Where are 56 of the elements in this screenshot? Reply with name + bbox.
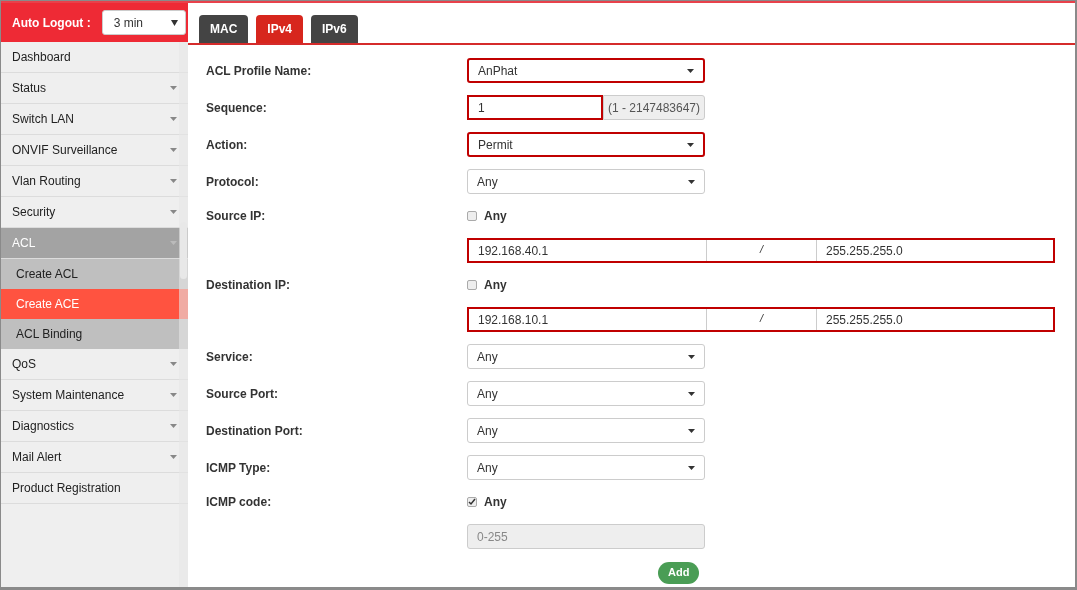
tab[interactable]: MAC	[199, 15, 249, 43]
submenu-item[interactable]: Create ACL	[1, 259, 188, 289]
checkbox[interactable]	[467, 280, 477, 290]
field-label: Sequence:	[206, 99, 268, 117]
caret-icon	[170, 424, 177, 428]
caret-icon	[687, 68, 694, 73]
checkbox-label: Any	[484, 277, 507, 294]
tab[interactable]: IPv6	[311, 15, 358, 43]
field-label: Action:	[206, 136, 249, 154]
caret-icon	[687, 142, 694, 147]
checkbox[interactable]	[467, 211, 477, 221]
field-label: Destination IP:	[206, 277, 291, 294]
select-field[interactable]: Any	[467, 455, 705, 480]
auto-logout-label: Auto Logout :	[12, 14, 91, 32]
caret-icon	[170, 393, 177, 397]
select-field[interactable]: Any	[467, 344, 705, 369]
ip-address-input[interactable]: 192.168.10.1	[469, 309, 707, 330]
subnet-mask-input[interactable]: 255.255.255.0	[817, 309, 1053, 330]
sequence-input[interactable]: 1	[467, 95, 603, 120]
caret-icon	[688, 465, 695, 470]
checkbox-label: Any	[484, 494, 507, 511]
caret-icon	[170, 179, 177, 183]
tab[interactable]: IPv4	[256, 15, 303, 43]
checkbox-label: Any	[484, 208, 507, 225]
submenu-item[interactable]: ACL Binding	[1, 319, 188, 349]
field-label: Source Port:	[206, 385, 279, 403]
caret-icon	[688, 354, 695, 359]
field-label: Service:	[206, 348, 254, 366]
auto-logout-select[interactable]: 3 min	[101, 10, 186, 35]
caret-icon	[688, 179, 695, 184]
slash-text: /	[707, 240, 817, 261]
caret-icon	[170, 362, 177, 366]
select-field[interactable]: Permit	[467, 132, 705, 157]
caret-icon	[170, 117, 177, 121]
caret-icon	[170, 455, 177, 459]
field-label: ACL Profile Name:	[206, 62, 313, 80]
field-label: ICMP Type:	[206, 459, 272, 477]
caret-icon	[688, 391, 695, 396]
select-field[interactable]: Any	[467, 418, 705, 443]
checkbox[interactable]	[467, 497, 477, 507]
ip-address-input[interactable]: 192.168.40.1	[469, 240, 707, 261]
field-label: Protocol:	[206, 173, 260, 191]
field-label: Source IP:	[206, 208, 267, 225]
caret-icon	[170, 148, 177, 152]
select-field[interactable]: Any	[467, 381, 705, 406]
range-hint: (1 - 2147483647)	[603, 95, 705, 120]
field-label: ICMP code:	[206, 494, 273, 511]
slash-text: /	[707, 309, 817, 330]
subnet-mask-input[interactable]: 255.255.255.0	[817, 240, 1053, 261]
field-label: Destination Port:	[206, 422, 304, 440]
caret-icon	[170, 86, 177, 90]
caret-icon	[688, 428, 695, 433]
caret-icon	[170, 210, 177, 214]
select-field[interactable]: Any	[467, 169, 705, 194]
caret-icon	[170, 19, 178, 26]
select-field[interactable]: AnPhat	[467, 58, 705, 83]
